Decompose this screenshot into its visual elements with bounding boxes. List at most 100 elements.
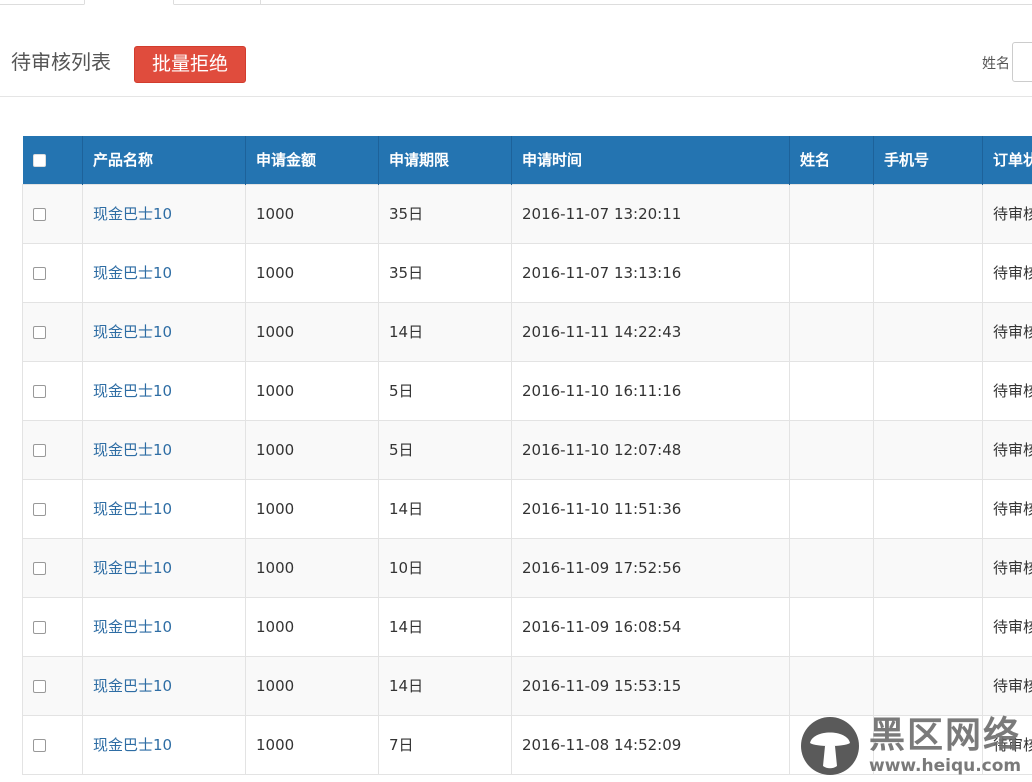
product-link[interactable]: 现金巴士10 [82, 360, 246, 421]
amount-cell: 1000 [245, 360, 379, 421]
name-cell [789, 537, 874, 598]
term-cell: 35日 [378, 183, 512, 244]
pending-review-table: 产品名称 申请金额 申请期限 申请时间 姓名 手机号 订单状态 现金巴士10 1… [22, 136, 1032, 782]
status-cell: 待审核 [982, 242, 1032, 303]
phone-cell [873, 655, 983, 716]
row-select-cell [22, 596, 83, 657]
row-checkbox[interactable] [33, 620, 46, 634]
column-header-status: 订单状态 [982, 136, 1032, 184]
time-cell: 2016-11-09 17:52:56 [511, 537, 790, 598]
table-row: 现金巴士10 1000 14日 2016-11-09 16:08:54 待审核 [22, 596, 1032, 657]
name-cell [789, 655, 874, 716]
product-link[interactable]: 现金巴士10 [82, 655, 246, 716]
time-cell: 2016-11-09 15:53:15 [511, 655, 790, 716]
product-link[interactable]: 现金巴士10 [82, 478, 246, 539]
term-cell: 10日 [378, 537, 512, 598]
status-cell: 待审核 [982, 714, 1032, 775]
row-checkbox[interactable] [33, 502, 46, 516]
product-link[interactable]: 现金巴士10 [82, 714, 246, 775]
time-cell: 2016-11-07 13:20:11 [511, 183, 790, 244]
phone-cell [873, 596, 983, 657]
name-cell [789, 478, 874, 539]
phone-cell [873, 360, 983, 421]
name-cell [789, 714, 874, 775]
status-cell: 待审核 [982, 478, 1032, 539]
time-cell: 2016-11-10 16:11:16 [511, 360, 790, 421]
row-checkbox[interactable] [33, 325, 46, 339]
phone-cell [873, 537, 983, 598]
row-checkbox[interactable] [33, 384, 46, 398]
amount-cell: 1000 [245, 183, 379, 244]
row-select-cell [22, 242, 83, 303]
amount-cell: 1000 [245, 596, 379, 657]
row-select-cell [22, 301, 83, 362]
table-row: 现金巴士10 1000 14日 2016-11-09 15:53:15 待审核 [22, 655, 1032, 716]
page-title: 待审核列表 [11, 50, 111, 74]
select-all-cell [23, 136, 83, 184]
name-cell [789, 242, 874, 303]
select-all-checkbox[interactable] [32, 153, 46, 167]
term-cell: 14日 [378, 655, 512, 716]
term-cell: 5日 [378, 360, 512, 421]
status-cell: 待审核 [982, 183, 1032, 244]
table-row: 现金巴士10 1000 14日 2016-11-11 14:22:43 待审核 [22, 301, 1032, 362]
product-link[interactable]: 现金巴士10 [82, 537, 246, 598]
top-tab-bar [0, 0, 1032, 5]
time-cell: 2016-11-11 14:22:43 [511, 301, 790, 362]
row-select-cell [22, 655, 83, 716]
row-checkbox[interactable] [33, 207, 46, 221]
name-filter-input[interactable] [1012, 42, 1032, 82]
row-select-cell [22, 419, 83, 480]
column-header-phone: 手机号 [873, 136, 983, 184]
row-select-cell [22, 478, 83, 539]
product-link[interactable]: 现金巴士10 [82, 301, 246, 362]
term-cell: 14日 [378, 301, 512, 362]
time-cell: 2016-11-10 12:07:48 [511, 419, 790, 480]
list-header: 待审核列表 批量拒绝 姓名 [0, 28, 1032, 97]
table-row: 现金巴士10 1000 5日 2016-11-10 12:07:48 待审核 [22, 419, 1032, 480]
row-select-cell [22, 360, 83, 421]
tab-inactive[interactable] [172, 0, 261, 4]
amount-cell: 1000 [245, 655, 379, 716]
table-row: 现金巴士10 1000 10日 2016-11-09 17:52:56 待审核 [22, 537, 1032, 598]
amount-cell: 1000 [245, 301, 379, 362]
phone-cell [873, 419, 983, 480]
column-header-term: 申请期限 [378, 136, 512, 184]
row-checkbox[interactable] [33, 266, 46, 280]
amount-cell: 1000 [245, 478, 379, 539]
phone-cell [873, 714, 983, 775]
name-cell [789, 419, 874, 480]
status-cell: 待审核 [982, 537, 1032, 598]
term-cell: 35日 [378, 242, 512, 303]
status-cell: 待审核 [982, 655, 1032, 716]
batch-reject-button[interactable]: 批量拒绝 [134, 46, 246, 83]
time-cell: 2016-11-09 16:08:54 [511, 596, 790, 657]
table-row: 现金巴士10 1000 14日 2016-11-10 11:51:36 待审核 [22, 478, 1032, 539]
status-cell: 待审核 [982, 596, 1032, 657]
status-cell: 待审核 [982, 419, 1032, 480]
row-checkbox[interactable] [33, 443, 46, 457]
phone-cell [873, 478, 983, 539]
phone-cell [873, 242, 983, 303]
term-cell: 14日 [378, 596, 512, 657]
phone-cell [873, 301, 983, 362]
table-row: 现金巴士10 1000 7日 2016-11-08 14:52:09 待审核 [22, 714, 1032, 775]
product-link[interactable]: 现金巴士10 [82, 242, 246, 303]
product-link[interactable]: 现金巴士10 [82, 596, 246, 657]
name-cell [789, 360, 874, 421]
term-cell: 7日 [378, 714, 512, 775]
status-cell: 待审核 [982, 360, 1032, 421]
column-header-name: 姓名 [789, 136, 874, 184]
product-link[interactable]: 现金巴士10 [82, 419, 246, 480]
amount-cell: 1000 [245, 242, 379, 303]
product-link[interactable]: 现金巴士10 [82, 183, 246, 244]
row-checkbox[interactable] [33, 679, 46, 693]
table-header-row: 产品名称 申请金额 申请期限 申请时间 姓名 手机号 订单状态 [22, 136, 1032, 184]
tab-active[interactable] [84, 0, 174, 5]
row-checkbox[interactable] [33, 561, 46, 575]
time-cell: 2016-11-07 13:13:16 [511, 242, 790, 303]
time-cell: 2016-11-08 14:52:09 [511, 714, 790, 775]
name-cell [789, 301, 874, 362]
row-checkbox[interactable] [33, 738, 46, 752]
name-cell [789, 596, 874, 657]
